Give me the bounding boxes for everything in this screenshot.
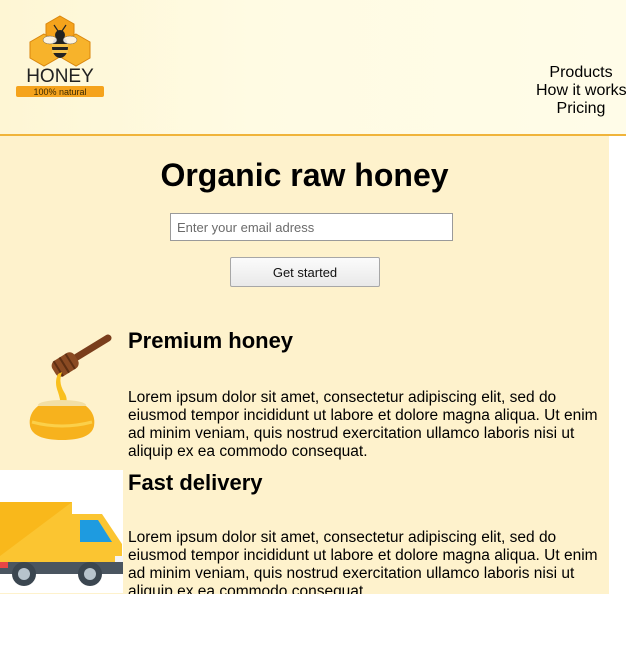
logo-word: HONEY bbox=[26, 66, 94, 87]
main-nav: Products How it works Pricing bbox=[536, 64, 626, 118]
site-header: HONEY 100% natural Products How it works… bbox=[0, 0, 626, 136]
email-input[interactable] bbox=[170, 213, 453, 241]
feature-text-premium-honey: Lorem ipsum dolor sit amet, consectetur … bbox=[128, 389, 598, 460]
bee-honeycomb-logo-icon: HONEY 100% natural bbox=[16, 15, 104, 97]
feature-text-fast-delivery: Lorem ipsum dolor sit amet, consectetur … bbox=[128, 529, 598, 594]
nav-link-products[interactable]: Products bbox=[536, 64, 626, 82]
get-started-button[interactable]: Get started bbox=[230, 257, 380, 287]
hero-title: Organic raw honey bbox=[160, 157, 449, 193]
honey-pot-dipper-icon bbox=[0, 322, 123, 445]
feature-title-premium-honey: Premium honey bbox=[128, 328, 294, 353]
main-content: Organic raw honey Get started bbox=[0, 136, 609, 594]
nav-link-how-it-works[interactable]: How it works bbox=[536, 82, 626, 100]
nav-link-pricing[interactable]: Pricing bbox=[536, 100, 626, 118]
delivery-truck-icon bbox=[0, 470, 123, 593]
feature-title-fast-delivery: Fast delivery bbox=[128, 470, 263, 495]
logo-tagline: 100% natural bbox=[33, 87, 86, 97]
honey-logo[interactable]: HONEY 100% natural bbox=[14, 14, 106, 102]
